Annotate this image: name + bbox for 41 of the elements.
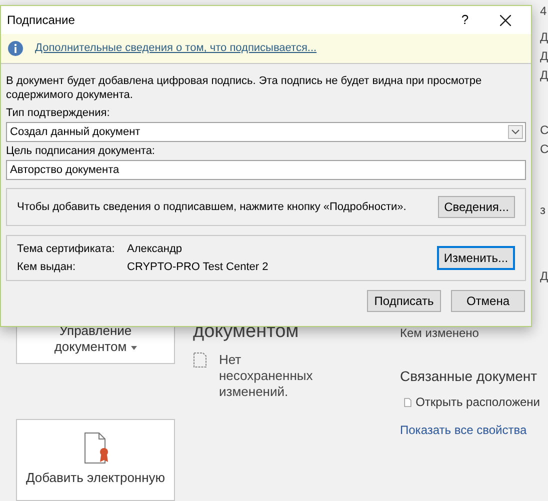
cut-off-text: С (540, 123, 548, 137)
cut-off-text: Д (540, 30, 548, 44)
sign-button[interactable]: Подписать (367, 290, 441, 312)
unsaved-changes-note: Нет несохраненных изменений. (219, 352, 314, 400)
change-button[interactable]: Изменить... (437, 246, 515, 270)
window-title: Подписание (7, 12, 76, 29)
manage-document-label: Управление документом (46, 323, 146, 356)
cut-off-text: 4 (540, 4, 548, 18)
close-icon[interactable] (500, 14, 511, 26)
section-heading: документом (193, 320, 300, 344)
cut-off-text: Д (540, 68, 548, 82)
info-link[interactable]: Дополнительные сведения о том, что подписывается... (35, 40, 317, 57)
cut-off-text: Д (540, 269, 548, 283)
add-signature-label: Добавить электронную (26, 469, 166, 488)
help-button[interactable]: ? (450, 10, 480, 30)
signing-purpose-label: Цель подписания документа: (6, 145, 156, 158)
add-signature-button[interactable]: Добавить электронную (16, 419, 175, 501)
show-all-properties-link[interactable]: Показать все свойства (400, 421, 540, 439)
cut-off-text: Д (540, 49, 548, 63)
cancel-button[interactable]: Отмена (451, 290, 525, 312)
signer-info-note: Чтобы добавить сведения о подписавшем, нажмите кнопку «Подробности». (17, 200, 408, 215)
description-text: В документ будет добавлена цифровая подпись. Эта подпись не будет видна при просмотре содержимого документа. (6, 74, 483, 102)
commitment-type-label: Тип подтверждения: (6, 107, 111, 120)
commitment-type-dropdown[interactable]: Создал данный документ (6, 122, 526, 142)
certificate-field-value: CRYPTO-PRO Test Center 2 (127, 260, 270, 275)
cut-off-text: з (540, 203, 547, 217)
signing-purpose-input[interactable]: Авторство документа (6, 160, 526, 180)
certificate-field-label: Тема сертификата: (17, 242, 116, 256)
certificate-document-icon (84, 432, 108, 464)
document-icon (193, 352, 207, 368)
cut-off-text: С (540, 142, 548, 156)
certificate-field-label: Кем выдан: (17, 260, 77, 275)
info-icon (8, 41, 23, 56)
related-documents-heading: Связанные документ (400, 367, 538, 385)
details-button[interactable]: Сведения... (438, 196, 515, 218)
caret-down-icon (130, 346, 137, 350)
certificate-field-value: Александр (127, 242, 184, 256)
modified-by-label: Кем изменено (400, 325, 480, 342)
chevron-down-icon (508, 125, 523, 139)
dropdown-value: Создал данный документ (10, 124, 142, 140)
open-location-link[interactable]: Открыть расположени (416, 393, 540, 411)
